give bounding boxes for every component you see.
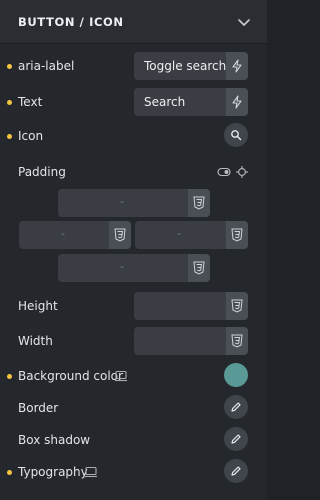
padding-label: Padding: [18, 165, 66, 179]
aria-label-input[interactable]: Toggle search: [134, 52, 248, 80]
row-width: Width: [0, 327, 267, 355]
unit-button[interactable]: [226, 327, 248, 355]
padding-right-input[interactable]: -: [135, 221, 248, 249]
toggle-icon[interactable]: [217, 166, 231, 178]
unit-button[interactable]: [226, 292, 248, 320]
row-aria-label: aria-label Toggle search: [0, 52, 267, 80]
dynamic-data-button[interactable]: [226, 88, 248, 116]
pencil-icon: [231, 402, 241, 412]
unit-button[interactable]: [188, 189, 210, 217]
row-box-shadow: Box shadow: [0, 426, 267, 454]
dynamic-data-button[interactable]: [226, 52, 248, 80]
padding-left-placeholder: -: [61, 227, 65, 240]
section-header[interactable]: BUTTON / ICON: [0, 0, 267, 44]
edit-box-shadow-button[interactable]: [224, 427, 248, 451]
padding-top-input[interactable]: -: [58, 189, 210, 217]
edit-border-button[interactable]: [224, 395, 248, 419]
lightning-icon: [232, 95, 242, 109]
background-color-label: Background color: [18, 369, 123, 383]
modified-indicator: [7, 134, 12, 139]
row-height: Height: [0, 292, 267, 320]
row-icon: Icon: [0, 122, 267, 150]
height-input[interactable]: [134, 292, 248, 320]
padding-bottom-input[interactable]: -: [58, 254, 210, 282]
text-label: Text: [18, 95, 43, 109]
height-label: Height: [18, 299, 58, 313]
edit-typography-button[interactable]: [224, 459, 248, 483]
text-value: Search: [144, 95, 186, 109]
box-shadow-label: Box shadow: [18, 433, 91, 447]
row-text: Text Search: [0, 88, 267, 116]
modified-indicator: [7, 374, 12, 379]
chevron-down-icon[interactable]: [237, 15, 251, 29]
row-typography: Typography: [0, 458, 267, 486]
monitor-icon: [115, 370, 127, 382]
icon-picker-button[interactable]: [224, 123, 248, 147]
lightning-icon: [232, 59, 242, 73]
pencil-icon: [231, 434, 241, 444]
modified-indicator: [7, 470, 12, 475]
padding-left-input[interactable]: -: [19, 221, 131, 249]
row-padding: Padding: [0, 158, 267, 186]
crosshair-icon[interactable]: [235, 166, 249, 178]
width-input[interactable]: [134, 327, 248, 355]
modified-indicator: [7, 64, 12, 69]
css3-icon: [231, 228, 243, 242]
row-background-color: Background color: [0, 362, 267, 390]
css3-icon: [114, 228, 126, 242]
padding-right-placeholder: -: [177, 227, 181, 240]
css3-icon: [231, 334, 243, 348]
unit-button[interactable]: [109, 221, 131, 249]
typography-label: Typography: [18, 465, 88, 479]
border-label: Border: [18, 401, 59, 415]
color-swatch[interactable]: [224, 363, 248, 387]
css3-icon: [231, 299, 243, 313]
width-label: Width: [18, 334, 53, 348]
text-input[interactable]: Search: [134, 88, 248, 116]
padding-bottom-placeholder: -: [120, 260, 124, 273]
search-icon: [231, 130, 242, 141]
aria-label-value: Toggle search: [144, 59, 227, 73]
section-title: BUTTON / ICON: [18, 15, 124, 29]
css3-icon: [193, 261, 205, 275]
icon-label: Icon: [18, 129, 44, 143]
css3-icon: [193, 196, 205, 210]
monitor-icon: [85, 466, 97, 478]
aria-label-label: aria-label: [18, 59, 75, 73]
row-border: Border: [0, 394, 267, 422]
pencil-icon: [231, 466, 241, 476]
properties-panel: BUTTON / ICON aria-label Toggle search T…: [0, 0, 267, 500]
unit-button[interactable]: [188, 254, 210, 282]
padding-top-placeholder: -: [120, 195, 124, 208]
modified-indicator: [7, 100, 12, 105]
unit-button[interactable]: [226, 221, 248, 249]
